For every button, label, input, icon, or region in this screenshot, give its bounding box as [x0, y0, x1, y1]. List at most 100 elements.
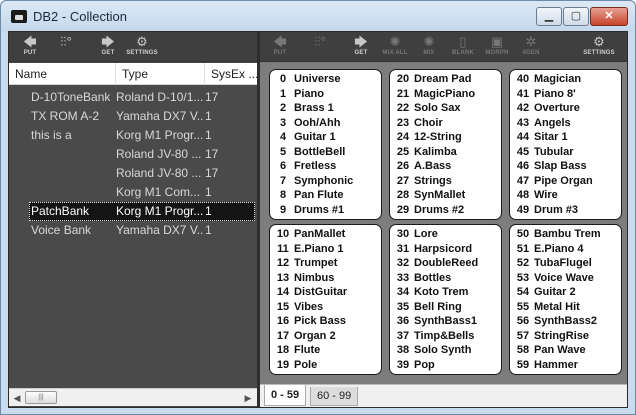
left-settings-button[interactable]: ⚙ SETTINGS [125, 35, 159, 60]
patch-slot[interactable]: 56 SynthBass2 [510, 315, 621, 330]
patch-slot[interactable]: 38 Solo Synth [390, 344, 501, 359]
patch-slot[interactable]: 29 Drums #2 [390, 204, 501, 219]
right-mix-all-button[interactable]: ✺ MIX ALL [378, 35, 412, 60]
patch-slot[interactable]: 47 Pipe Organ [510, 175, 621, 190]
patch-slot[interactable]: 2 Brass 1 [270, 102, 381, 117]
patch-slot[interactable]: 8 Pan Flute [270, 189, 381, 204]
item-type: Korg M1 Progr... [116, 204, 204, 218]
patch-slot[interactable]: 41 Piano 8' [510, 88, 621, 103]
patch-name: Koto Trem [414, 286, 469, 298]
list-item[interactable]: this is a Korg M1 Progr... 1 [9, 126, 257, 145]
patch-slot[interactable]: 39 Pop [390, 359, 501, 374]
patch-slot[interactable]: 37 Timp&Bells [390, 330, 501, 345]
tab-0-59[interactable]: 0 - 59 [264, 385, 307, 406]
patch-slot[interactable]: 28 SynMallet [390, 189, 501, 204]
patch-slot[interactable]: 51 E.Piano 4 [510, 243, 621, 258]
patch-slot[interactable]: 9 Drums #1 [270, 204, 381, 219]
left-put-button[interactable]: 🡄 PUT [13, 35, 47, 60]
patch-slot[interactable]: 1 Piano [270, 88, 381, 103]
patch-slot[interactable]: 30 Lore [390, 228, 501, 243]
window-title: DB2 - Collection [33, 9, 127, 24]
patch-slot[interactable]: 6 Fretless [270, 160, 381, 175]
list-item[interactable]: Voice Bank Yamaha DX7 V... 1 [9, 221, 257, 240]
patch-slot[interactable]: 23 Choir [390, 117, 501, 132]
left-get-button[interactable]: 🡆 GET [91, 35, 125, 60]
patch-slot[interactable]: 59 Hammer [510, 359, 621, 374]
patch-slot[interactable]: 42 Overture [510, 102, 621, 117]
patch-slot[interactable]: 7 Symphonic [270, 175, 381, 190]
patch-slot[interactable]: 24 12-String [390, 131, 501, 146]
patch-slot[interactable]: 4 Guitar 1 [270, 131, 381, 146]
maximize-button[interactable]: ▢ [563, 7, 589, 26]
item-name: TX ROM A-2 [31, 109, 100, 123]
scroll-left-arrow-icon[interactable]: ◀ [10, 391, 24, 405]
patch-slot[interactable]: 25 Kalimba [390, 146, 501, 161]
patch-slot[interactable]: 20 Dream Pad [390, 73, 501, 88]
patch-slot[interactable]: 14 DistGuitar [270, 286, 381, 301]
title-bar[interactable]: DB2 - Collection ▁ ▢ ✕ [1, 1, 635, 31]
patch-slot[interactable]: 45 Tubular [510, 146, 621, 161]
column-header-sysex[interactable]: SysEx ... [205, 63, 257, 85]
scroll-right-arrow-icon[interactable]: ▶ [241, 391, 255, 405]
left-edit-button[interactable]: ⫶⫶° [49, 35, 83, 60]
patch-slot[interactable]: 32 DoubleReed [390, 257, 501, 272]
patch-number: 59 [516, 358, 530, 371]
patch-slot[interactable]: 16 Pick Bass [270, 315, 381, 330]
patch-slot[interactable]: 3 Ooh/Ahh [270, 117, 381, 132]
patch-slot[interactable]: 43 Angels [510, 117, 621, 132]
list-item[interactable]: Roland JV-80 ... 17 [9, 145, 257, 164]
patch-slot[interactable]: 19 Pole [270, 359, 381, 374]
patch-slot[interactable]: 27 Strings [390, 175, 501, 190]
right-4gen-button[interactable]: ✲ 4GEN [514, 35, 548, 60]
patch-slot[interactable]: 54 Guitar 2 [510, 286, 621, 301]
patch-slot[interactable]: 44 Sitar 1 [510, 131, 621, 146]
patch-slot[interactable]: 36 SynthBass1 [390, 315, 501, 330]
patch-slot[interactable]: 33 Bottles [390, 272, 501, 287]
patch-slot[interactable]: 35 Bell Ring [390, 301, 501, 316]
patch-slot[interactable]: 49 Drum #3 [510, 204, 621, 219]
right-morph-button[interactable]: ▣ MORPH [480, 35, 514, 60]
patch-slot[interactable]: 21 MagicPiano [390, 88, 501, 103]
patch-slot[interactable]: 53 Voice Wave [510, 272, 621, 287]
patch-slot[interactable]: 58 Pan Wave [510, 344, 621, 359]
patch-slot[interactable]: 10 PanMallet [270, 228, 381, 243]
horizontal-scrollbar[interactable]: ◀ ||| ▶ [9, 388, 257, 406]
patch-slot[interactable]: 22 Solo Sax [390, 102, 501, 117]
patch-slot[interactable]: 11 E.Piano 1 [270, 243, 381, 258]
patch-slot[interactable]: 55 Metal Hit [510, 301, 621, 316]
patch-slot[interactable]: 17 Organ 2 [270, 330, 381, 345]
patch-slot[interactable]: 15 Vibes [270, 301, 381, 316]
patch-slot[interactable]: 26 A.Bass [390, 160, 501, 175]
right-edit-button[interactable]: ⫶⫶° [303, 35, 337, 60]
close-button[interactable]: ✕ [590, 7, 628, 26]
scroll-thumb[interactable]: ||| [25, 391, 57, 404]
patch-slot[interactable]: 34 Koto Trem [390, 286, 501, 301]
right-settings-button[interactable]: ⚙ SETTINGS [582, 35, 616, 60]
column-header-type[interactable]: Type [116, 63, 205, 85]
right-put-button[interactable]: 🡄 PUT [263, 35, 297, 60]
list-item[interactable]: Korg M1 Com... 1 [9, 183, 257, 202]
patch-slot[interactable]: 40 Magician [510, 73, 621, 88]
patch-slot[interactable]: 52 TubaFlugel [510, 257, 621, 272]
patch-slot[interactable]: 50 Bambu Trem [510, 228, 621, 243]
minimize-button[interactable]: ▁ [536, 7, 562, 26]
patch-slot[interactable]: 46 Slap Bass [510, 160, 621, 175]
patch-slot[interactable]: 48 Wire [510, 189, 621, 204]
tab-60-99[interactable]: 60 - 99 [310, 387, 359, 406]
list-item[interactable]: D-10ToneBank Roland D-10/1... 17 [9, 88, 257, 107]
patch-slot[interactable]: 13 Nimbus [270, 272, 381, 287]
patch-slot[interactable]: 18 Flute [270, 344, 381, 359]
right-mix-button[interactable]: ✺ MIX [412, 35, 446, 60]
patch-slot[interactable]: 57 StringRise [510, 330, 621, 345]
right-blank-button[interactable]: ▯ BLANK [446, 35, 480, 60]
patch-slot[interactable]: 0 Universe [270, 73, 381, 88]
list-item[interactable]: PatchBank Korg M1 Progr... 1 [29, 202, 255, 221]
list-item[interactable]: Roland JV-80 ... 17 [9, 164, 257, 183]
right-get-button[interactable]: 🡆 GET [344, 35, 378, 60]
patch-slot[interactable]: 12 Trumpet [270, 257, 381, 272]
patch-name: Angels [534, 116, 571, 129]
patch-slot[interactable]: 31 Harpsicord [390, 243, 501, 258]
column-header-name[interactable]: Name [9, 63, 116, 85]
list-item[interactable]: TX ROM A-2 Yamaha DX7 V... 1 [9, 107, 257, 126]
patch-slot[interactable]: 5 BottleBell [270, 146, 381, 161]
